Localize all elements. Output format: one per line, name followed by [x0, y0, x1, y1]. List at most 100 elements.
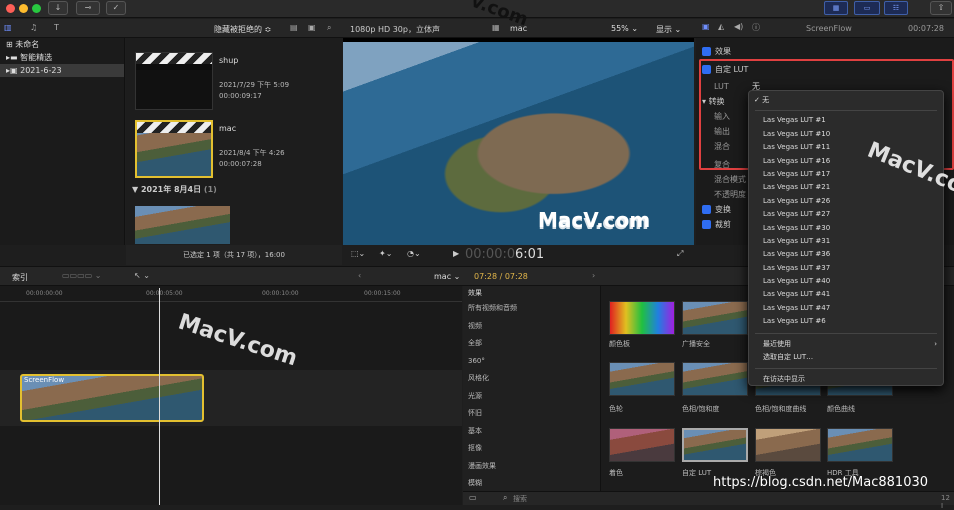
menu-divider [755, 332, 937, 334]
fullscreen-icon[interactable]: ⤢ [677, 249, 683, 259]
menu-item-lut[interactable]: Las Vegas LUT #37 [749, 262, 943, 275]
effect-label: 色相/饱和度 [682, 405, 720, 413]
menu-item-none[interactable]: ✓ 无 [749, 94, 943, 107]
effects-category[interactable]: 所有视频和音频 [463, 300, 600, 318]
zoom-window-button[interactable] [32, 4, 41, 13]
clip-thumb-mac[interactable] [135, 120, 213, 178]
effects-category[interactable]: 风格化 [463, 370, 600, 388]
index-button[interactable]: 索引 [12, 272, 28, 283]
effect-thumb[interactable] [755, 428, 821, 462]
play-icon[interactable]: ▶ [453, 249, 459, 258]
effects-category[interactable]: 基本 [463, 423, 600, 441]
effects-sidebar: 效果 所有视频和音频 视频 全部 360° 风格化 光源 怀旧 基本 抠像 漫画… [463, 286, 601, 505]
menu-item-lut[interactable]: Las Vegas LUT #40 [749, 275, 943, 288]
menu-item-reveal-in-finder[interactable]: 在访达中显示 [749, 373, 943, 386]
effects-category[interactable]: 光源 [463, 388, 600, 406]
effects-category[interactable]: 全部 [463, 335, 600, 353]
menu-item-lut[interactable]: Las Vegas LUT #47 [749, 302, 943, 315]
effect-label: 着色 [609, 469, 623, 477]
transform-icon[interactable]: ⬚⌄ [351, 249, 365, 258]
clip-name: mac [219, 124, 237, 133]
checkbox-icon[interactable] [702, 205, 711, 214]
menu-item-lut[interactable]: Las Vegas LUT #31 [749, 235, 943, 248]
effects-footer: ▭ ⌕ 搜索 12 I [463, 491, 954, 510]
menu-item-lut[interactable]: Las Vegas LUT #27 [749, 208, 943, 221]
filter-dropdown[interactable]: 隐藏被拒绝的 ≎ [214, 24, 271, 35]
menu-item-lut[interactable]: Las Vegas LUT #1 [749, 114, 943, 127]
effects-row[interactable]: 效果 [696, 44, 954, 59]
menu-item-lut[interactable]: Las Vegas LUT #26 [749, 195, 943, 208]
share-icon[interactable]: ⇧ [930, 1, 952, 15]
effect-thumb[interactable] [609, 362, 675, 396]
edit-tools-icon[interactable]: ▭▭▭▭ ⌄ [62, 271, 101, 280]
effects-category[interactable]: 360° [463, 353, 600, 371]
filmstrip-icon[interactable]: ▣ [308, 23, 316, 32]
select-tool-icon[interactable]: ↖ ⌄ [134, 271, 150, 280]
import-icon[interactable]: ↓ [48, 1, 68, 15]
color-inspector-icon[interactable]: ◭ [718, 22, 724, 31]
layout-browser-icon[interactable]: ▦ [824, 1, 848, 15]
video-inspector-icon[interactable]: ▣ [702, 22, 710, 31]
effect-label: 色轮 [609, 405, 623, 413]
clip-thumb-shup[interactable] [135, 52, 213, 110]
timeline-ruler[interactable]: 00:00:00:00 00:00:05:00 00:00:10:00 00:0… [0, 286, 462, 302]
event-section-header[interactable]: ▼ 2021年 8月4日 (1) [132, 184, 217, 195]
library-item-event[interactable]: ▸▣ 2021-6-23 [0, 64, 124, 77]
audio-inspector-icon[interactable]: ◀) [734, 22, 743, 31]
photos-audio-icon[interactable]: ♫ [30, 23, 37, 32]
timeline-clip[interactable]: ScreenFlow [20, 374, 204, 422]
keyword-icon[interactable]: ⊸ [76, 1, 100, 15]
zoom-dropdown[interactable]: 55% ⌄ [611, 24, 638, 33]
layout-timeline-icon[interactable]: ▭ [854, 1, 880, 15]
effect-thumb[interactable] [827, 428, 893, 462]
libraries-icon[interactable]: ▥ [4, 23, 12, 32]
effects-category[interactable]: 模糊 [463, 475, 600, 493]
search-icon[interactable]: ⌕ [327, 23, 331, 33]
checkbox-icon[interactable] [702, 220, 711, 229]
background-tasks-icon[interactable]: ✓ [106, 1, 126, 15]
titles-icon[interactable]: T [54, 23, 59, 32]
effects-category[interactable]: 漫画效果 [463, 458, 600, 476]
back-icon[interactable]: ‹ [358, 271, 361, 280]
clip-duration: 00:00:09:17 [219, 92, 262, 100]
menu-divider [755, 110, 937, 112]
info-inspector-icon[interactable]: ⓘ [752, 22, 760, 33]
library-item-untitled[interactable]: ⊞ 未命名 [0, 38, 124, 51]
menu-item-lut[interactable]: Las Vegas LUT #30 [749, 222, 943, 235]
filmstrip-icon[interactable]: ▭ [469, 493, 477, 502]
effect-thumb[interactable] [682, 301, 748, 335]
effects-category[interactable]: 视频 [463, 318, 600, 336]
view-dropdown[interactable]: 显示 ⌄ [656, 24, 681, 35]
menu-item-lut[interactable]: Las Vegas LUT #11 [749, 141, 943, 154]
effect-thumb[interactable] [609, 428, 675, 462]
minimize-window-button[interactable] [19, 4, 28, 13]
library-sidebar: ⊞ 未命名 ▸▬ 智能精选 ▸▣ 2021-6-23 [0, 38, 125, 245]
menu-item-recent[interactable]: 最近使用 › [749, 338, 943, 351]
effect-thumb[interactable] [682, 362, 748, 396]
menu-item-lut[interactable]: Las Vegas LUT #21 [749, 181, 943, 194]
clip-thumb-event[interactable] [135, 206, 230, 244]
playhead[interactable] [159, 288, 160, 505]
checkbox-icon[interactable] [702, 47, 711, 56]
effect-thumb[interactable] [609, 301, 675, 335]
menu-item-choose-lut[interactable]: 选取自定 LUT… [749, 351, 943, 364]
effects-search-input[interactable]: 搜索 [513, 494, 527, 504]
effects-category[interactable]: 抠像 [463, 440, 600, 458]
effects-category[interactable]: 怀旧 [463, 405, 600, 423]
menu-item-lut[interactable]: Las Vegas LUT #10 [749, 128, 943, 141]
time-display: 07:28 / 07:28 [474, 272, 528, 281]
layout-inspector-icon[interactable]: ☷ [884, 1, 908, 15]
close-window-button[interactable] [6, 4, 15, 13]
project-dropdown[interactable]: mac ⌄ [434, 272, 460, 281]
clip-appearance-icon[interactable]: ▤ [290, 23, 298, 32]
forward-icon[interactable]: › [592, 271, 595, 280]
menu-item-lut[interactable]: Las Vegas LUT #6 [749, 315, 943, 328]
menu-item-lut[interactable]: Las Vegas LUT #36 [749, 248, 943, 261]
clip-browser: shup 2021/7/29 下午 5:09 00:00:09:17 mac 2… [126, 38, 342, 245]
library-item-smart-collections[interactable]: ▸▬ 智能精选 [0, 51, 124, 64]
speed-icon[interactable]: ◔⌄ [407, 249, 421, 258]
menu-item-lut[interactable]: Las Vegas LUT #41 [749, 288, 943, 301]
effect-thumb[interactable] [682, 428, 748, 462]
enhance-icon[interactable]: ✦⌄ [379, 249, 392, 258]
browser-status: 已选定 1 项（共 17 项），16:00 [126, 245, 342, 265]
